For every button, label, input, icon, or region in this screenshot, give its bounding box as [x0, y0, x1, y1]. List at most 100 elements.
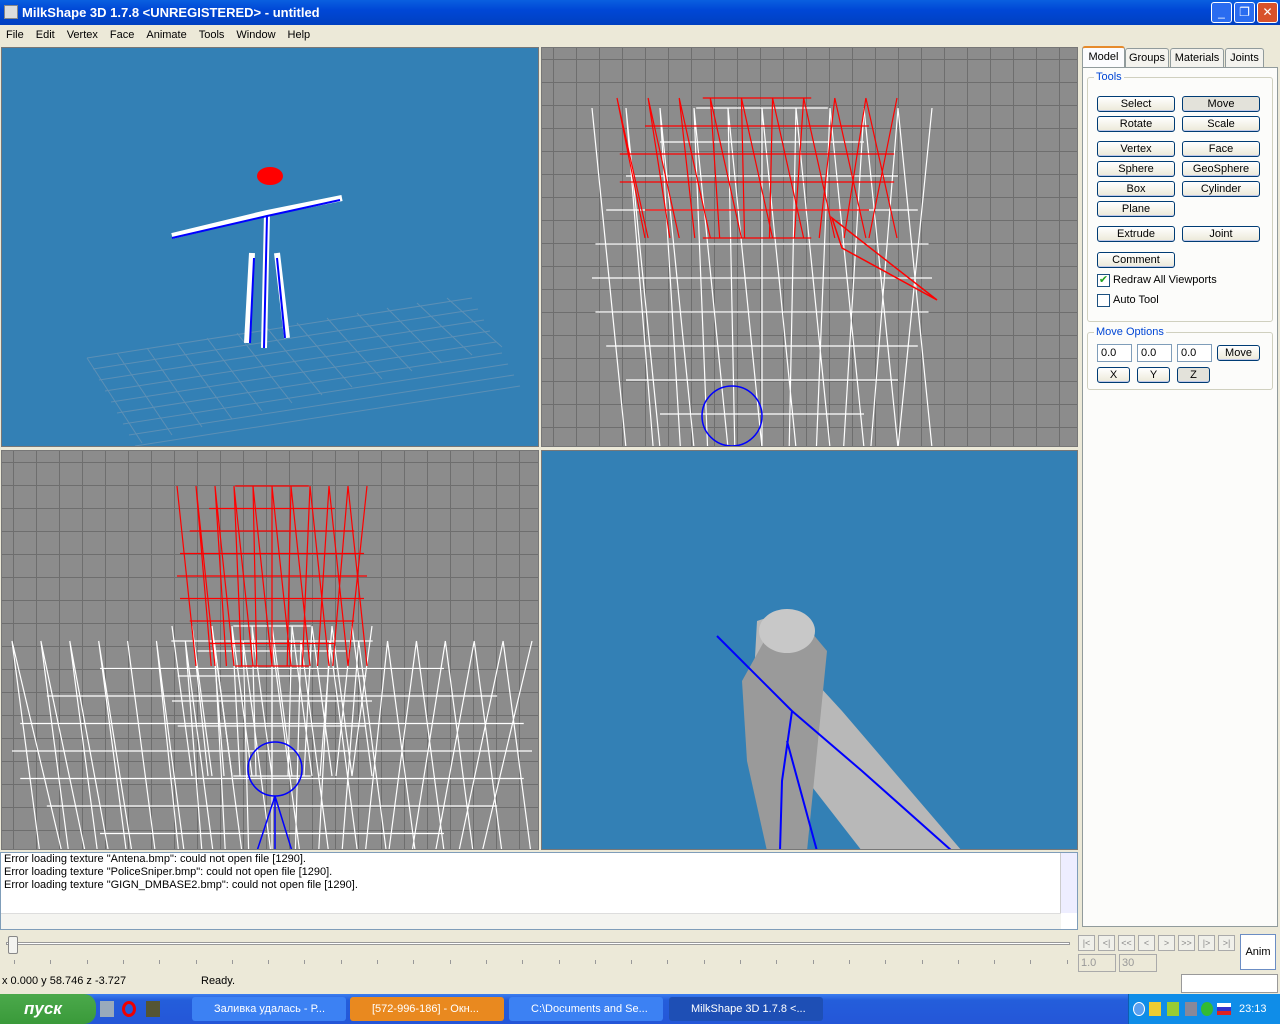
axis-x-toggle[interactable]: X [1097, 367, 1130, 383]
viewport-side[interactable] [541, 47, 1078, 447]
side-wireframe-view[interactable] [542, 48, 1077, 446]
timeline-tick [14, 960, 15, 964]
menu-file[interactable]: File [0, 29, 30, 41]
coords-readout: x 0.000 y 58.746 z -3.727 [2, 975, 127, 987]
timeline-tick [50, 960, 52, 964]
timeline-tick [304, 960, 306, 964]
tool-scale-button[interactable]: Scale [1182, 116, 1260, 132]
end-frame-field[interactable]: 30 [1119, 954, 1157, 972]
close-button[interactable]: ✕ [1257, 2, 1278, 23]
tray-app-icon[interactable] [1149, 1002, 1161, 1016]
anim-forward-button[interactable]: >> [1178, 935, 1195, 951]
head-wireframe [591, 107, 933, 446]
network-icon[interactable] [1185, 1002, 1197, 1016]
body-mesh [742, 621, 827, 849]
start-button[interactable]: пуск [0, 994, 96, 1024]
perspective-model-view[interactable] [2, 48, 538, 446]
timeline-tick [812, 960, 814, 964]
auto-tool-label: Auto Tool [1113, 294, 1159, 306]
anim-prev-frame-button[interactable]: < [1138, 935, 1155, 951]
viewport-front[interactable] [1, 450, 539, 850]
tools-group: Tools Select Move Rotate Scale Vertex Face Sph… [1087, 71, 1273, 322]
tool-cylinder-button[interactable]: Cylinder [1182, 181, 1260, 197]
move-y-field[interactable]: 0.0 [1137, 344, 1172, 362]
tool-move-button[interactable]: Move [1182, 96, 1260, 112]
language-ru-icon[interactable] [1217, 1003, 1231, 1015]
anim-prev-key-button[interactable]: <| [1098, 935, 1115, 951]
menu-vertex[interactable]: Vertex [61, 29, 104, 41]
timeline-tick [522, 960, 524, 964]
viewport-3d-top-left[interactable] [1, 47, 539, 447]
tab-model[interactable]: Model [1082, 46, 1125, 69]
timeline-tick [994, 960, 996, 964]
tool-face-button[interactable]: Face [1182, 141, 1260, 157]
log-horizontal-scrollbar[interactable] [1, 913, 1061, 929]
opera-quicklaunch-icon[interactable] [122, 1001, 136, 1017]
timeline-tick [921, 960, 923, 964]
tab-joints[interactable]: Joints [1225, 48, 1264, 68]
redraw-all-checkbox[interactable]: ✔ [1097, 274, 1110, 287]
anim-next-key-button[interactable]: |> [1198, 935, 1215, 951]
app-quicklaunch-icon[interactable] [146, 1001, 160, 1017]
tool-sphere-button[interactable]: Sphere [1097, 161, 1175, 177]
menu-edit[interactable]: Edit [30, 29, 61, 41]
timeline-tick [340, 960, 342, 964]
timeline-tick [594, 960, 596, 964]
selected-cap [257, 167, 283, 185]
tray-app-icon[interactable] [1167, 1002, 1179, 1016]
log-line: Error loading texture "Antena.bmp": coul… [4, 853, 306, 865]
axis-z-toggle[interactable]: Z [1177, 367, 1210, 383]
cap-wireframe [176, 485, 368, 667]
anim-rewind-button[interactable]: << [1118, 935, 1135, 951]
menu-window[interactable]: Window [230, 29, 281, 41]
shaded-model-view[interactable] [542, 451, 1077, 849]
task-milkshape[interactable]: MilkShape 3D 1.7.8 <... [669, 997, 823, 1021]
tool-extrude-button[interactable]: Extrude [1097, 226, 1175, 242]
minimize-button[interactable]: _ [1211, 2, 1232, 23]
tool-joint-button[interactable]: Joint [1182, 226, 1260, 242]
anim-toggle-button[interactable]: Anim [1240, 934, 1276, 970]
menu-help[interactable]: Help [282, 29, 317, 41]
timeline-tick [86, 960, 88, 964]
tab-materials[interactable]: Materials [1170, 48, 1224, 68]
show-desktop-icon[interactable] [100, 1001, 114, 1017]
tools-label: Tools [1094, 71, 1124, 83]
animation-timeline[interactable] [0, 932, 1075, 970]
tab-groups[interactable]: Groups [1125, 48, 1169, 68]
tool-geosphere-button[interactable]: GeoSphere [1182, 161, 1260, 177]
auto-tool-checkbox[interactable] [1097, 294, 1110, 307]
anim-last-button[interactable]: >| [1218, 935, 1235, 951]
timeline-tick [485, 960, 487, 964]
start-frame-field[interactable]: 1.0 [1078, 954, 1116, 972]
viewport-3d-shaded[interactable] [541, 450, 1078, 850]
menu-tools[interactable]: Tools [193, 29, 231, 41]
timeline-slider-thumb[interactable] [8, 936, 18, 954]
anim-first-button[interactable]: |< [1078, 935, 1095, 951]
menu-face[interactable]: Face [104, 29, 140, 41]
tool-box-button[interactable]: Box [1097, 181, 1175, 197]
tool-select-button[interactable]: Select [1097, 96, 1175, 112]
tool-rotate-button[interactable]: Rotate [1097, 116, 1175, 132]
message-log: Error loading texture "Antena.bmp": coul… [0, 852, 1078, 930]
bone-lines [256, 795, 293, 849]
tool-plane-button[interactable]: Plane [1097, 201, 1175, 217]
tray-app-icon[interactable] [1201, 1002, 1213, 1016]
tray-expand-icon[interactable] [1133, 1002, 1145, 1016]
axis-y-toggle[interactable]: Y [1137, 367, 1170, 383]
timeline-tick [631, 960, 633, 964]
window-title: MilkShape 3D 1.7.8 <UNREGISTERED> - unti… [22, 5, 320, 20]
task-chat-window[interactable]: [572-996-186] - Окн... [350, 997, 504, 1021]
log-vertical-scrollbar[interactable] [1060, 853, 1077, 913]
move-apply-button[interactable]: Move [1217, 345, 1260, 361]
move-x-field[interactable]: 0.0 [1097, 344, 1132, 362]
tool-vertex-button[interactable]: Vertex [1097, 141, 1175, 157]
timeline-tick [159, 960, 161, 964]
move-z-field[interactable]: 0.0 [1177, 344, 1212, 362]
task-explorer[interactable]: C:\Documents and Se... [509, 997, 663, 1021]
maximize-button[interactable]: ❐ [1234, 2, 1255, 23]
anim-next-frame-button[interactable]: > [1158, 935, 1175, 951]
comment-button[interactable]: Comment [1097, 252, 1175, 268]
front-wireframe-view[interactable] [2, 451, 538, 849]
task-opera[interactable]: Заливка удалась - Р... [192, 997, 346, 1021]
menu-animate[interactable]: Animate [140, 29, 192, 41]
